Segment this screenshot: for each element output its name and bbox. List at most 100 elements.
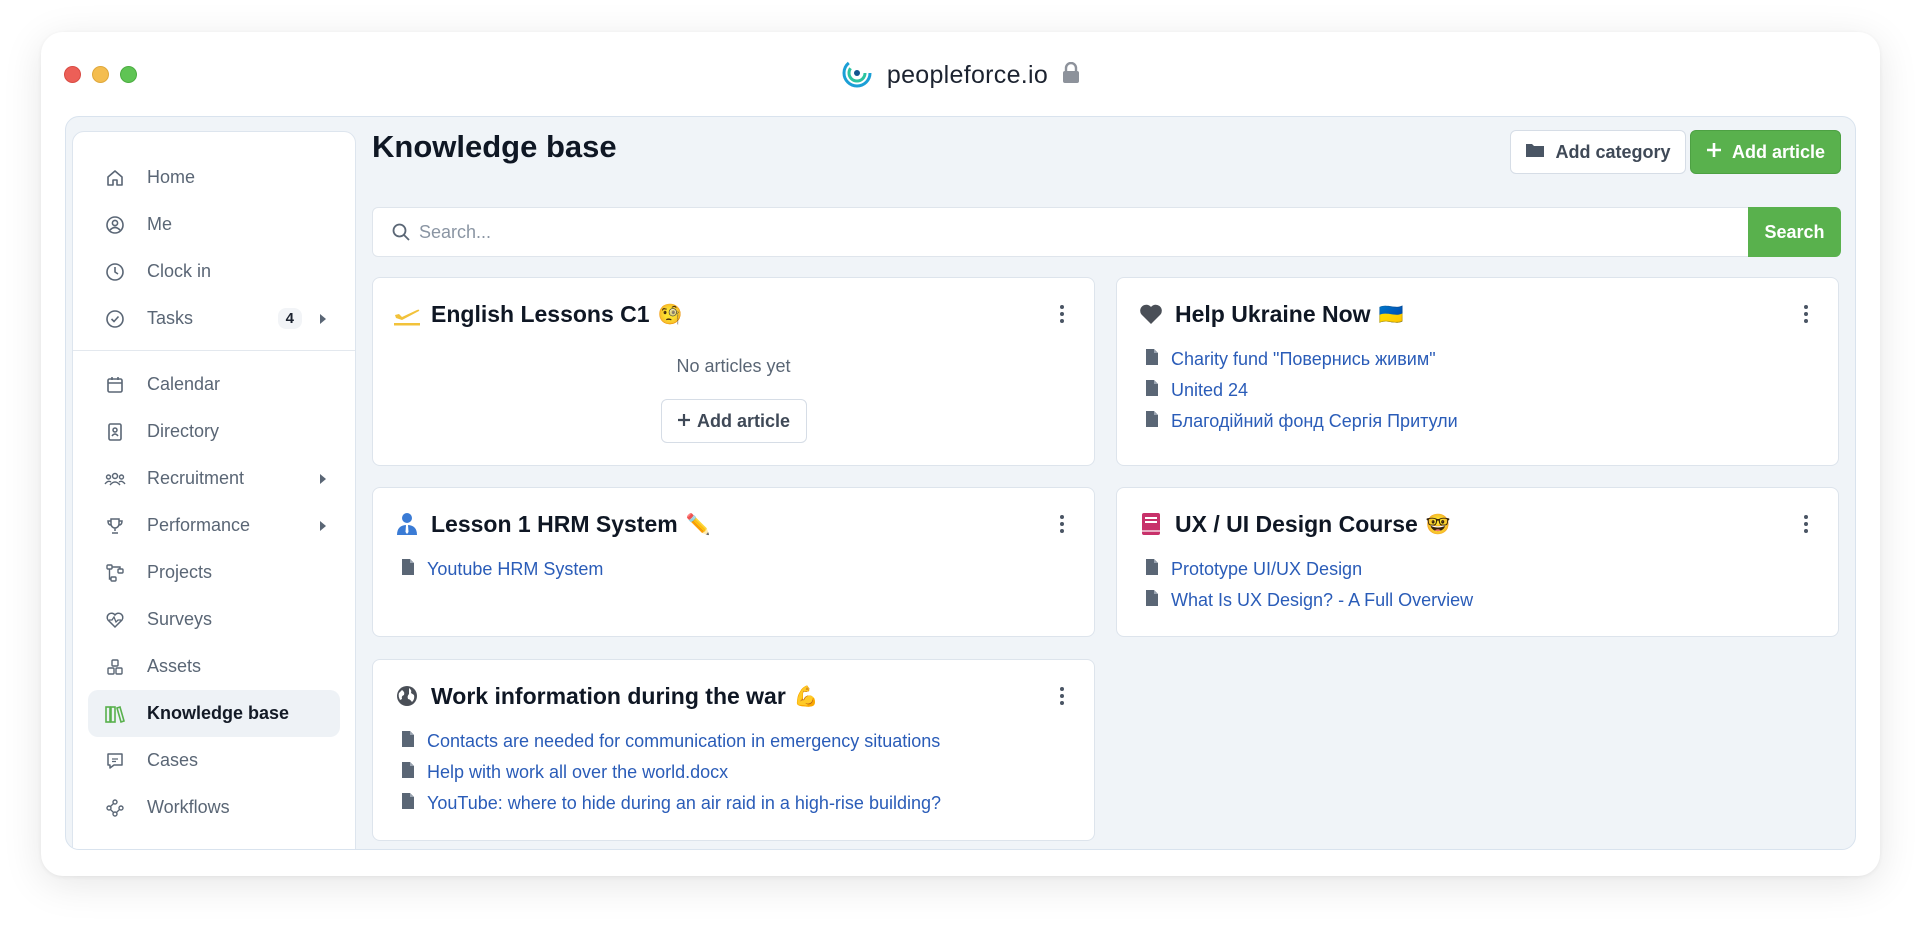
calendar-icon xyxy=(103,373,127,397)
site-title: peopleforce.io xyxy=(886,60,1049,89)
sidebar-item-label: Assets xyxy=(147,656,202,676)
boxes-icon xyxy=(103,655,127,679)
document-icon xyxy=(401,792,415,815)
article-title: Youtube HRM System xyxy=(427,559,604,579)
category-card-help-ukraine: Help Ukraine Now 🇺🇦 Charity fund "Поверн… xyxy=(1116,277,1839,466)
more-options-icon[interactable] xyxy=(1794,512,1818,536)
plus-icon xyxy=(677,411,691,432)
category-card-work-during-war: Work information during the war 💪 Contac… xyxy=(372,659,1095,841)
article-list: Contacts are needed for communication in… xyxy=(401,726,1074,819)
document-icon xyxy=(1145,410,1159,433)
sidebar-item-tasks[interactable]: Tasks 4 xyxy=(88,295,340,342)
caret-right-icon[interactable] xyxy=(320,473,326,484)
category-emoji: ✏️ xyxy=(685,513,711,536)
sidebar-item-label: Performance xyxy=(147,515,251,535)
more-options-icon[interactable] xyxy=(1794,302,1818,326)
article-title: Help with work all over the world.docx xyxy=(427,762,729,782)
article-link[interactable]: Contacts are needed for communication in… xyxy=(401,726,1074,757)
sidebar-item-label: Directory xyxy=(147,421,220,441)
sidebar-item-label: Projects xyxy=(147,562,213,582)
projects-icon xyxy=(103,561,127,585)
article-link[interactable]: Help with work all over the world.docx xyxy=(401,757,1074,788)
caret-right-icon[interactable] xyxy=(320,520,326,531)
add-article-label: Add article xyxy=(1731,141,1826,162)
sidebar-item-label: Knowledge base xyxy=(147,703,290,723)
sidebar-item-surveys[interactable]: Surveys xyxy=(88,596,340,643)
more-options-icon[interactable] xyxy=(1050,684,1074,708)
trophy-icon xyxy=(103,514,127,538)
book-icon xyxy=(1137,510,1165,538)
sidebar-item-workflows[interactable]: Workflows xyxy=(88,784,340,831)
user-tie-icon xyxy=(393,510,421,538)
article-link[interactable]: Благодійний фонд Сергія Притули xyxy=(1145,406,1818,437)
sidebar-item-performance[interactable]: Performance xyxy=(88,502,340,549)
sidebar-item-directory[interactable]: Directory xyxy=(88,408,340,455)
tasks-count-badge: 4 xyxy=(277,308,302,329)
sidebar-item-label: Recruitment xyxy=(147,468,245,488)
more-options-icon[interactable] xyxy=(1050,302,1074,326)
article-link[interactable]: What Is UX Design? - A Full Overview xyxy=(1145,585,1818,616)
lock-icon xyxy=(1062,61,1080,89)
sidebar-item-label: Me xyxy=(147,214,173,234)
search-input[interactable] xyxy=(419,208,1746,256)
sidebar-item-label: Cases xyxy=(147,750,199,770)
sidebar-item-label: Workflows xyxy=(147,797,230,817)
article-link[interactable]: United 24 xyxy=(1145,375,1818,406)
browser-window: peopleforce.io Home Me Clock in Tasks 4 … xyxy=(41,32,1880,876)
sidebar-item-recruitment[interactable]: Recruitment xyxy=(88,455,340,502)
document-icon xyxy=(1145,558,1159,581)
sidebar-item-cases[interactable]: Cases xyxy=(88,737,340,784)
category-title: UX / UI Design Course xyxy=(1175,510,1418,537)
people-icon xyxy=(103,467,127,491)
sidebar-item-me[interactable]: Me xyxy=(88,201,340,248)
article-link[interactable]: Prototype UI/UX Design xyxy=(1145,554,1818,585)
contact-card-icon xyxy=(103,420,127,444)
title-bar: peopleforce.io xyxy=(41,54,1880,96)
article-link[interactable]: Youtube HRM System xyxy=(401,554,1074,585)
sidebar-item-knowledge-base[interactable]: Knowledge base xyxy=(88,690,340,737)
add-article-button[interactable]: Add article xyxy=(1690,130,1841,174)
category-title: Lesson 1 HRM System xyxy=(431,510,678,537)
category-title: English Lessons C1 xyxy=(431,300,650,327)
article-link[interactable]: YouTube: where to hide during an air rai… xyxy=(401,788,1074,819)
sidebar-item-clock-in[interactable]: Clock in xyxy=(88,248,340,295)
article-list: Youtube HRM System xyxy=(401,554,1074,585)
search-button[interactable]: Search xyxy=(1748,207,1841,257)
category-emoji: 🇺🇦 xyxy=(1378,303,1404,326)
document-icon xyxy=(1145,348,1159,371)
plus-icon xyxy=(1706,142,1722,163)
category-emoji: 🧐 xyxy=(657,303,683,326)
folder-icon xyxy=(1525,142,1545,163)
chat-icon xyxy=(103,749,127,773)
article-list: Prototype UI/UX Design What Is UX Design… xyxy=(1145,554,1818,616)
document-icon xyxy=(1145,589,1159,612)
search-icon xyxy=(391,222,411,247)
sidebar-item-projects[interactable]: Projects xyxy=(88,549,340,596)
sidebar: Home Me Clock in Tasks 4 Calendar Direct… xyxy=(72,131,356,849)
article-title: What Is UX Design? - A Full Overview xyxy=(1171,590,1474,610)
article-title: Charity fund "Повернись живим" xyxy=(1171,349,1436,369)
document-icon xyxy=(1145,379,1159,402)
search-bar: Search xyxy=(372,207,1841,257)
peopleforce-logo-icon xyxy=(841,57,873,94)
article-link[interactable]: Charity fund "Повернись живим" xyxy=(1145,344,1818,375)
sidebar-item-label: Surveys xyxy=(147,609,213,629)
article-title: United 24 xyxy=(1171,380,1249,400)
user-circle-icon xyxy=(103,213,127,237)
more-options-icon[interactable] xyxy=(1050,512,1074,536)
heart-icon xyxy=(1137,300,1165,328)
article-list: Charity fund "Повернись живим" United 24… xyxy=(1145,344,1818,437)
caret-right-icon[interactable] xyxy=(320,313,326,324)
sidebar-item-assets[interactable]: Assets xyxy=(88,643,340,690)
article-title: Contacts are needed for communication in… xyxy=(427,731,941,751)
sidebar-item-label: Home xyxy=(147,167,196,187)
sidebar-item-calendar[interactable]: Calendar xyxy=(88,361,340,408)
category-emoji: 🤓 xyxy=(1425,513,1451,536)
card-add-article-label: Add article xyxy=(696,410,791,431)
add-category-button[interactable]: Add category xyxy=(1510,130,1686,174)
article-title: Prototype UI/UX Design xyxy=(1171,559,1363,579)
sidebar-item-label: Calendar xyxy=(147,374,221,394)
card-add-article-button[interactable]: Add article xyxy=(660,399,807,443)
sidebar-item-home[interactable]: Home xyxy=(88,154,340,201)
plane-departure-icon xyxy=(393,300,421,328)
